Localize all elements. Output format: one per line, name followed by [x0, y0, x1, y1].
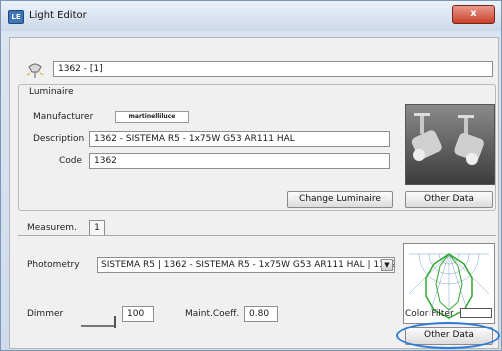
tab-separator	[18, 235, 496, 236]
change-luminaire-button[interactable]: Change Luminaire	[287, 191, 393, 208]
highlight-ring	[396, 322, 500, 349]
light-name-field[interactable]: 1362 - [1]	[53, 61, 493, 77]
dimmer-slider-track[interactable]	[81, 325, 115, 327]
title-bar: LE Light Editor x	[1, 1, 501, 31]
luminaire-photo	[405, 104, 495, 185]
app-icon: LE	[8, 10, 24, 24]
luminaire-other-data-button[interactable]: Other Data	[405, 191, 493, 208]
description-label: Description	[33, 134, 85, 144]
maint-coeff-field[interactable]: 0.80	[244, 306, 278, 322]
window-title: Light Editor	[29, 10, 87, 21]
light-editor-window: LE Light Editor x 1362 - [1] Luminaire M…	[0, 0, 502, 351]
luminaire-legend: Luminaire	[27, 87, 76, 97]
description-field[interactable]: 1362 - SISTEMA R5 - 1x75W G53 AR111 HAL	[89, 131, 390, 147]
color-filter-label: Color Filter	[405, 309, 454, 319]
manufacturer-logo: martinelliluce	[115, 111, 189, 123]
photometry-value: SISTEMA R5 | 1362 - SISTEMA R5 - 1x75W G…	[101, 260, 395, 270]
color-filter-swatch[interactable]	[460, 308, 492, 318]
photometry-label: Photometry	[27, 260, 80, 270]
lamp-icon	[26, 63, 44, 78]
measurement-tab-label: Measurem.	[27, 223, 77, 233]
photometry-select[interactable]: SISTEMA R5 | 1362 - SISTEMA R5 - 1x75W G…	[97, 257, 395, 273]
dimmer-slider-thumb[interactable]	[114, 316, 116, 328]
code-field[interactable]: 1362	[89, 153, 390, 169]
maint-coeff-label: Maint.Coeff.	[185, 309, 240, 319]
code-label: Code	[59, 156, 83, 166]
dimmer-field[interactable]: 100	[122, 306, 154, 322]
measurement-tab-1[interactable]: 1	[89, 220, 105, 235]
chevron-down-icon[interactable]: ▼	[381, 259, 393, 271]
close-button[interactable]: x	[452, 5, 495, 24]
manufacturer-label: Manufacturer	[33, 112, 94, 122]
dimmer-label: Dimmer	[27, 309, 64, 319]
